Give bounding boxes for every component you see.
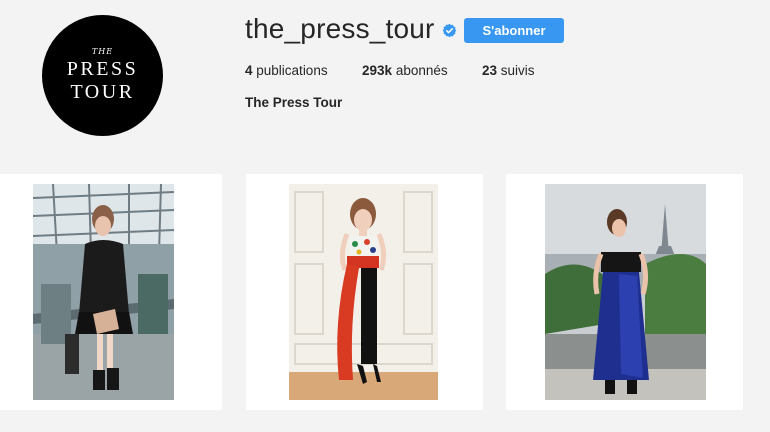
avatar-logo-line2: TOUR xyxy=(70,81,135,103)
avatar-logo-line1: PRESS xyxy=(66,58,139,80)
video-camera-icon xyxy=(707,183,736,203)
post-tile[interactable] xyxy=(246,174,483,410)
profile-avatar[interactable]: THE PRESS TOUR xyxy=(42,15,163,136)
follow-button[interactable]: S'abonner xyxy=(464,18,564,43)
post-photo xyxy=(545,184,706,400)
followers-count: 293k xyxy=(362,63,393,78)
posts-count: 4 xyxy=(245,63,253,78)
username: the_press_tour xyxy=(245,13,435,44)
video-camera-icon xyxy=(447,183,476,203)
video-camera-icon xyxy=(186,183,215,203)
stat-followers[interactable]: 293k abonnés xyxy=(362,63,482,78)
post-photo xyxy=(33,184,174,400)
post-photo xyxy=(289,184,438,400)
stat-posts: 4 publications xyxy=(245,63,362,78)
profile-stats: 4 publications 293k abonnés 23 suivis xyxy=(245,63,535,78)
followers-label: abonnés xyxy=(395,63,448,78)
profile-full-name: The Press Tour xyxy=(245,95,343,110)
following-label: suivis xyxy=(500,63,535,78)
verified-badge-icon xyxy=(442,23,456,38)
following-count: 23 xyxy=(482,63,498,78)
stat-following[interactable]: 23 suivis xyxy=(482,63,535,78)
posts-label: publications xyxy=(256,63,328,78)
profile-header: THE PRESS TOUR the_press_tour S'abonner … xyxy=(0,0,770,160)
username-row: the_press_tour xyxy=(245,13,457,45)
post-tile[interactable] xyxy=(0,174,222,410)
post-tile[interactable] xyxy=(506,174,743,410)
avatar-logo-small: THE xyxy=(91,47,114,56)
